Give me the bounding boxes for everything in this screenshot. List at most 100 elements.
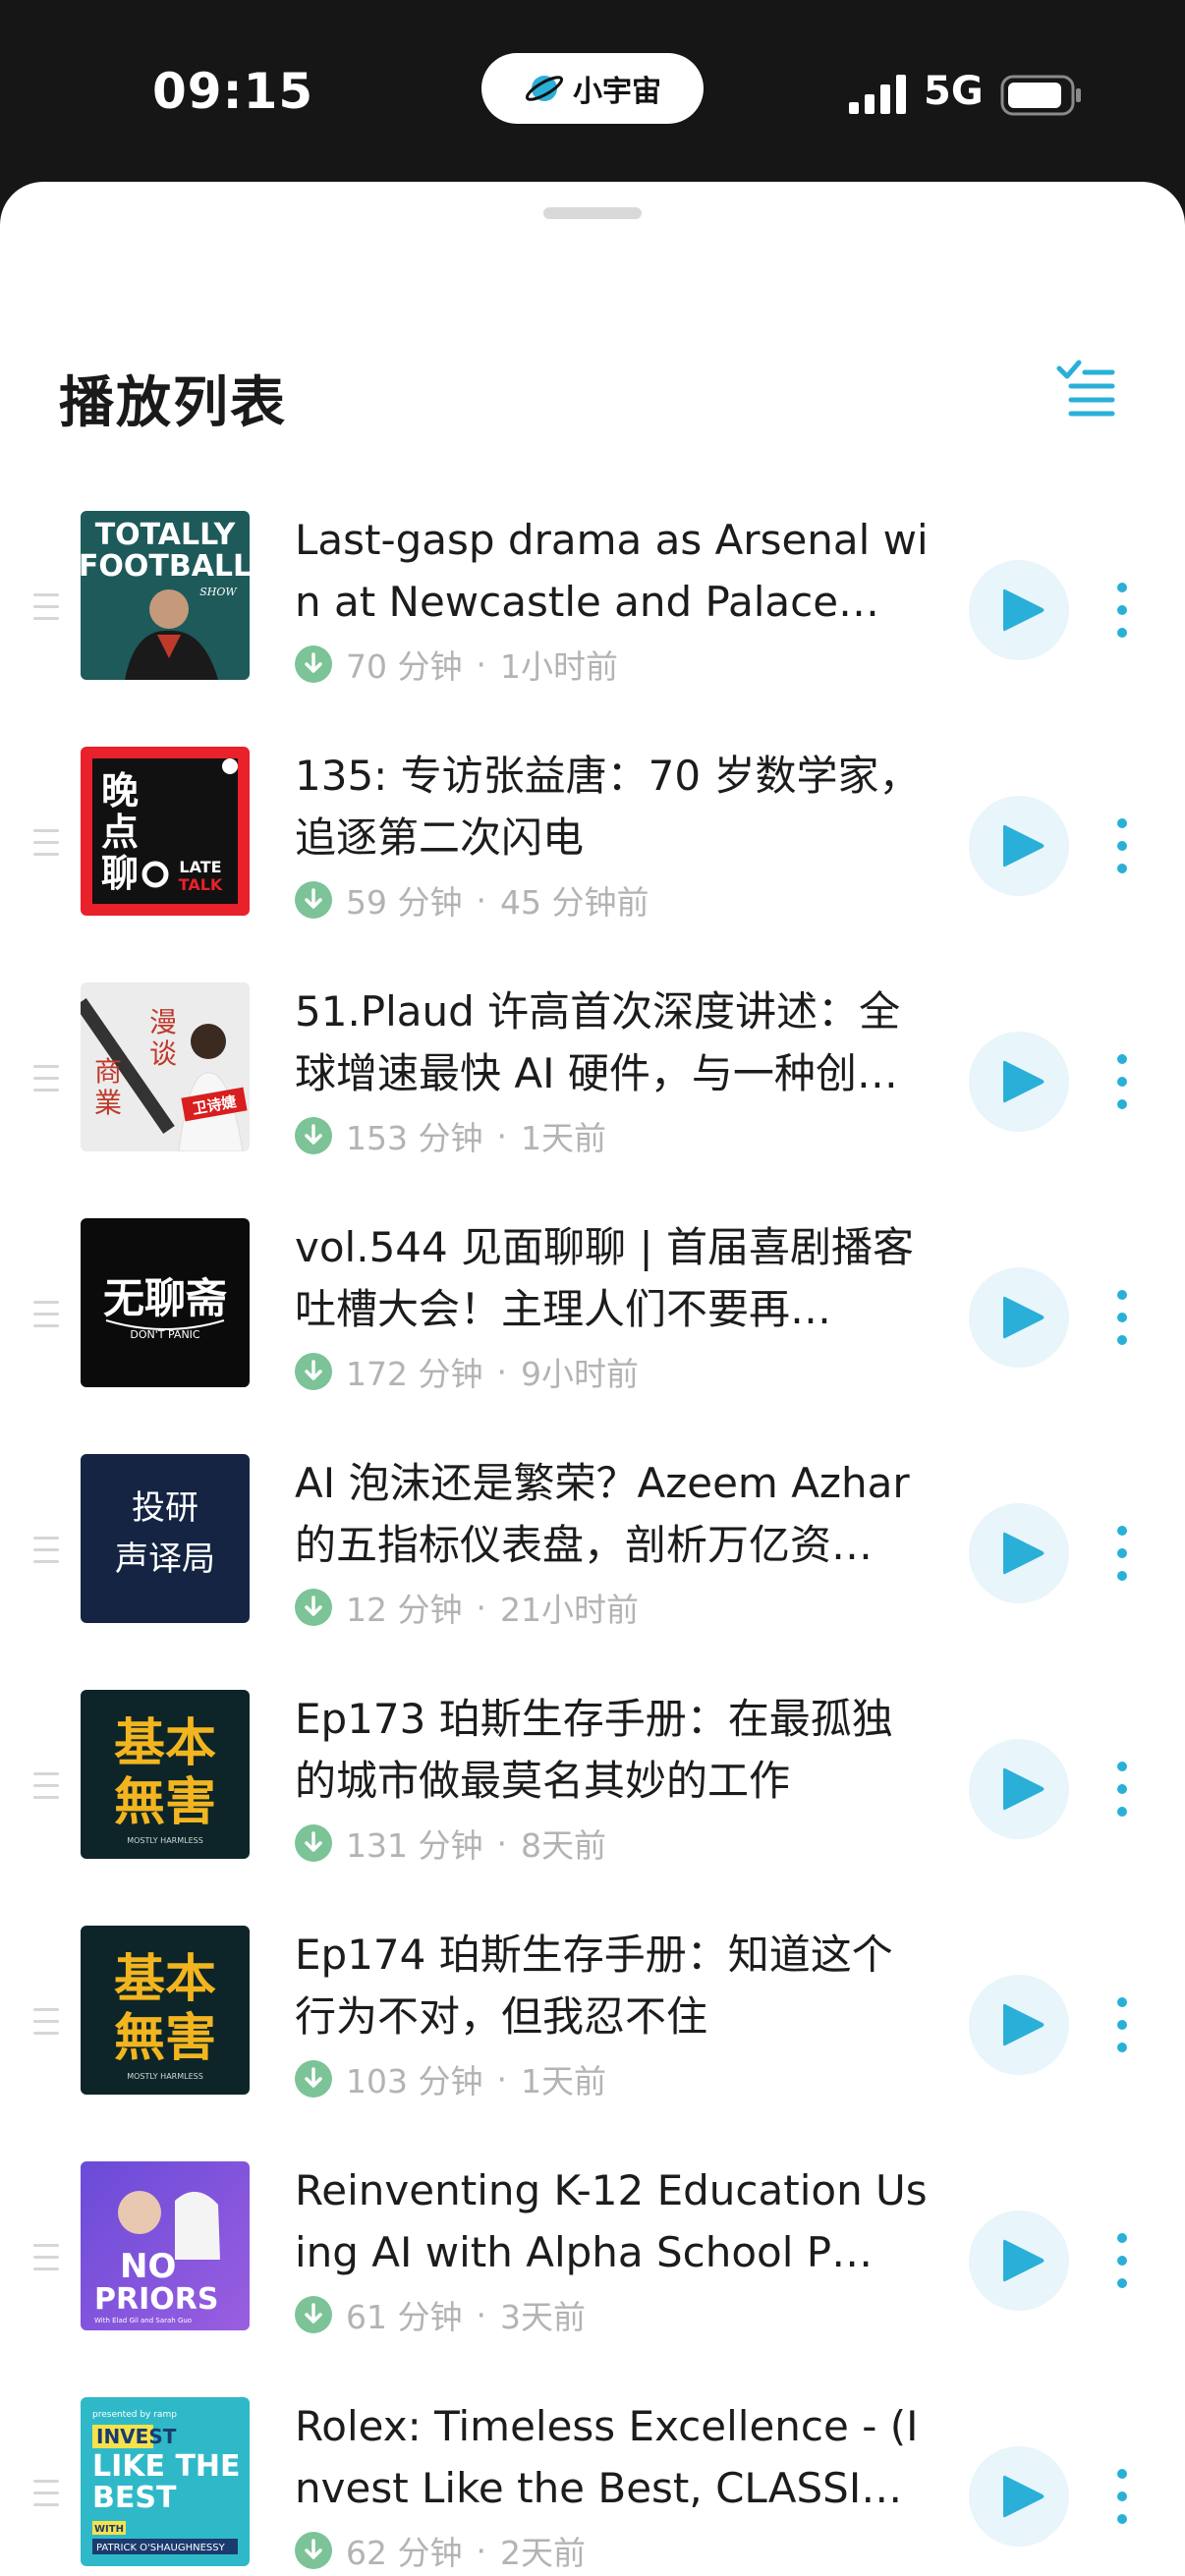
- drag-handle-icon[interactable]: [33, 1061, 59, 1096]
- episode-title[interactable]: 51.Plaud 许高首次深度讲述：全球增速最快 AI 硬件，与一种创…: [295, 980, 933, 1104]
- episode-title[interactable]: Last-gasp drama as Arsenal win at Newcas…: [295, 509, 933, 633]
- play-button[interactable]: [969, 2211, 1069, 2311]
- now-playing-pill[interactable]: 小宇宙: [481, 53, 704, 124]
- episode-age: 3天前: [499, 2298, 586, 2336]
- episode-title[interactable]: AI 泡沫还是繁荣？Azeem Azhar 的五指标仪表盘，剖析万亿资…: [295, 1452, 933, 1576]
- svg-text:聊: 聊: [101, 852, 139, 895]
- drag-handle-icon[interactable]: [33, 1297, 59, 1332]
- episode-row[interactable]: 漫 谈 商 業 卫诗婕 51.Plaud 许高首次深度讲述：全球增速最快 AI …: [0, 973, 1185, 1208]
- episode-age: 1天前: [520, 1119, 606, 1157]
- drag-handle-icon[interactable]: [33, 2240, 59, 2275]
- play-icon: [1003, 2003, 1044, 2046]
- drag-handle-icon[interactable]: [33, 2476, 59, 2511]
- svg-text:谈: 谈: [149, 1037, 177, 1070]
- episode-title[interactable]: Reinventing K-12 Education Using AI with…: [295, 2159, 933, 2283]
- drag-handle-icon[interactable]: [33, 1768, 59, 1804]
- play-button[interactable]: [969, 1975, 1069, 2075]
- more-options-icon[interactable]: [1104, 813, 1140, 878]
- svg-text:PATRICK O'SHAUGHNESSY: PATRICK O'SHAUGHNESSY: [96, 2543, 226, 2553]
- svg-text:MOSTLY HARMLESS: MOSTLY HARMLESS: [127, 1836, 203, 1845]
- app-name: 小宇宙: [573, 75, 661, 109]
- more-options-icon[interactable]: [1104, 2228, 1140, 2293]
- sheet-grabber[interactable]: [543, 207, 642, 219]
- episode-cover[interactable]: NO PRIORS With Elad Gil and Sarah Guo: [81, 2161, 250, 2330]
- svg-text:業: 業: [94, 1087, 122, 1119]
- episode-title[interactable]: Rolex: Timeless Excellence - (Invest Lik…: [295, 2395, 933, 2519]
- manage-list-icon[interactable]: [1055, 359, 1116, 420]
- svg-text:INVEST: INVEST: [96, 2425, 177, 2448]
- episode-title[interactable]: 135: 专访张益唐：70 岁数学家，追逐第二次闪电: [295, 745, 933, 868]
- downloaded-icon: [295, 2296, 332, 2333]
- drag-handle-icon[interactable]: [33, 2004, 59, 2040]
- episode-row[interactable]: 投研 声译局 AI 泡沫还是繁荣？Azeem Azhar 的五指标仪表盘，剖析万…: [0, 1444, 1185, 1680]
- episode-row[interactable]: 晚 点 聊 LATE TALK 135: 专访张益唐：70 岁数学家，追逐第二次…: [0, 737, 1185, 973]
- episode-cover[interactable]: presented by ramp INVEST LIKE THE BEST W…: [81, 2397, 250, 2566]
- episode-age: 9小时前: [520, 1355, 639, 1393]
- drag-handle-icon[interactable]: [33, 825, 59, 861]
- more-options-icon[interactable]: [1104, 1285, 1140, 1350]
- svg-text:DON'T PANIC: DON'T PANIC: [130, 1328, 200, 1341]
- drag-handle-icon[interactable]: [33, 589, 59, 625]
- episode-cover[interactable]: 基本 無害 MOSTLY HARMLESS: [81, 1926, 250, 2095]
- episode-cover[interactable]: 晚 点 聊 LATE TALK: [81, 747, 250, 916]
- downloaded-icon: [295, 1824, 332, 1862]
- downloaded-icon: [295, 1117, 332, 1154]
- play-icon: [1003, 2239, 1044, 2282]
- meta-separator: ·: [496, 1352, 507, 1391]
- episode-row[interactable]: 基本 無害 MOSTLY HARMLESS Ep174 珀斯生存手册：知道这个行…: [0, 1916, 1185, 2152]
- episode-cover[interactable]: 投研 声译局: [81, 1454, 250, 1623]
- more-options-icon[interactable]: [1104, 578, 1140, 643]
- status-bar: 09:15 小宇宙 5G: [0, 0, 1185, 182]
- play-button[interactable]: [969, 560, 1069, 660]
- episode-duration: 153 分钟: [346, 1119, 483, 1157]
- downloaded-icon: [295, 881, 332, 919]
- network-type: 5G: [924, 69, 984, 114]
- episode-row[interactable]: 无聊斋 DON'T PANIC vol.544 见面聊聊 | 首届喜剧播客吐槽大…: [0, 1208, 1185, 1444]
- episode-title[interactable]: Ep173 珀斯生存手册：在最孤独的城市做最莫名其妙的工作: [295, 1688, 933, 1812]
- play-button[interactable]: [969, 796, 1069, 896]
- play-button[interactable]: [969, 2446, 1069, 2547]
- episode-cover[interactable]: 无聊斋 DON'T PANIC: [81, 1218, 250, 1387]
- svg-text:BEST: BEST: [92, 2481, 177, 2515]
- play-button[interactable]: [969, 1032, 1069, 1132]
- episode-duration: 70 分钟: [346, 647, 463, 686]
- episode-title[interactable]: Ep174 珀斯生存手册：知道这个行为不对，但我忍不住: [295, 1924, 933, 2047]
- episode-row[interactable]: NO PRIORS With Elad Gil and Sarah Guo Re…: [0, 2152, 1185, 2387]
- drag-handle-icon[interactable]: [33, 1533, 59, 1568]
- episode-duration: 131 分钟: [346, 1826, 483, 1865]
- more-options-icon[interactable]: [1104, 1049, 1140, 1114]
- episode-duration: 59 分钟: [346, 883, 463, 922]
- episode-row[interactable]: 基本 無害 MOSTLY HARMLESS Ep173 珀斯生存手册：在最孤独的…: [0, 1680, 1185, 1916]
- svg-text:基本: 基本: [114, 1713, 216, 1773]
- episode-cover[interactable]: TOTALLY FOOTBALL SHOW: [81, 511, 250, 680]
- more-options-icon[interactable]: [1104, 1521, 1140, 1586]
- meta-separator: ·: [476, 880, 486, 920]
- episode-cover[interactable]: 漫 谈 商 業 卫诗婕: [81, 982, 250, 1151]
- more-options-icon[interactable]: [1104, 1992, 1140, 2057]
- episode-duration: 103 分钟: [346, 2062, 483, 2100]
- play-icon: [1003, 2475, 1044, 2518]
- play-button[interactable]: [969, 1267, 1069, 1368]
- episode-row[interactable]: presented by ramp INVEST LIKE THE BEST W…: [0, 2387, 1185, 2576]
- planet-icon: [525, 76, 564, 101]
- more-options-icon[interactable]: [1104, 1757, 1140, 1821]
- meta-separator: ·: [496, 1116, 507, 1155]
- episode-title[interactable]: vol.544 见面聊聊 | 首届喜剧播客吐槽大会！主理人们不要再…: [295, 1216, 933, 1340]
- play-button[interactable]: [969, 1503, 1069, 1603]
- play-icon: [1003, 1296, 1044, 1339]
- episode-cover[interactable]: 基本 無害 MOSTLY HARMLESS: [81, 1690, 250, 1859]
- cellular-signal-icon: [849, 75, 906, 114]
- episode-age: 45 分钟前: [499, 883, 649, 922]
- status-time: 09:15: [152, 63, 314, 120]
- downloaded-icon: [295, 2532, 332, 2569]
- play-button[interactable]: [969, 1739, 1069, 1839]
- svg-text:PRIORS: PRIORS: [94, 2282, 218, 2317]
- downloaded-icon: [295, 645, 332, 683]
- more-options-icon[interactable]: [1104, 2464, 1140, 2529]
- play-icon: [1003, 824, 1044, 868]
- episode-row[interactable]: TOTALLY FOOTBALL SHOW Last-gasp drama as…: [0, 501, 1185, 737]
- svg-text:声译局: 声译局: [115, 1540, 215, 1579]
- svg-text:NO: NO: [120, 2247, 176, 2286]
- meta-separator: ·: [496, 1823, 507, 1863]
- episode-age: 21小时前: [499, 1591, 639, 1629]
